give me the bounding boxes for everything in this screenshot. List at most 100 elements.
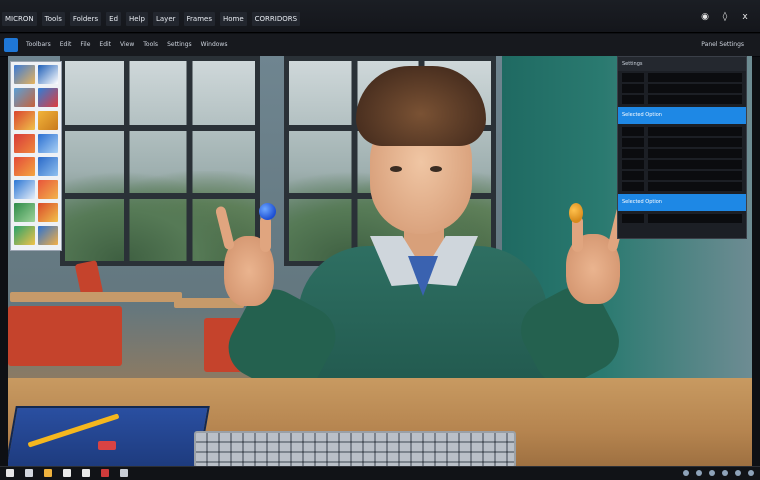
properties-panel: Settings Selected Option Selected Option	[617, 56, 747, 239]
row-label	[622, 138, 644, 147]
thumbnail-15[interactable]	[14, 226, 35, 245]
panel-row[interactable]	[622, 182, 742, 191]
panel-row[interactable]	[622, 160, 742, 169]
hair	[356, 66, 486, 146]
toolbar-item-tools[interactable]: Tools	[143, 39, 158, 51]
row-label	[622, 160, 644, 169]
menu-item-layer[interactable]: Layer	[152, 12, 179, 26]
thumbnail-14[interactable]	[37, 203, 58, 222]
thumbnail-9[interactable]	[14, 157, 35, 176]
minimize-icon[interactable]: ◉	[700, 12, 710, 22]
properties-panel-header: Settings	[618, 57, 746, 71]
maximize-icon[interactable]: ◊	[720, 12, 730, 22]
toolbar-item-windows[interactable]: Windows	[201, 39, 228, 51]
app-icon-grey[interactable]	[120, 469, 128, 477]
network-icon[interactable]	[683, 470, 689, 476]
system-tray	[683, 470, 754, 476]
menu-item-folders[interactable]: Folders	[69, 12, 102, 26]
toolbar-item-settings[interactable]: Settings	[167, 39, 192, 51]
thumbnail-3[interactable]	[14, 88, 35, 107]
app-icon[interactable]	[4, 38, 18, 52]
row-field[interactable]	[648, 160, 742, 169]
thumbnail-6[interactable]	[37, 111, 58, 130]
panel-settings-label[interactable]: Panel Settings	[701, 39, 744, 51]
thumbnail-7[interactable]	[14, 134, 35, 153]
right-eye	[430, 166, 442, 172]
row-field[interactable]	[648, 182, 742, 191]
document-icon[interactable]	[63, 469, 71, 477]
row-label	[622, 149, 644, 158]
row-label	[622, 73, 644, 82]
row-field[interactable]	[648, 95, 742, 104]
left-eye	[390, 166, 402, 172]
thumbnail-panel	[10, 61, 62, 251]
row-field[interactable]	[648, 138, 742, 147]
selected-option-row-2[interactable]: Selected Option	[618, 194, 746, 211]
thumbnail-5[interactable]	[14, 111, 35, 130]
thumbnail-10[interactable]	[37, 157, 58, 176]
clock-icon[interactable]	[735, 470, 741, 476]
panel-row[interactable]	[622, 95, 742, 104]
toolbar: Toolbars Edit File Edit View Tools Setti…	[0, 34, 760, 57]
row-field[interactable]	[648, 84, 742, 93]
volume-icon[interactable]	[696, 470, 702, 476]
thumbnail-13[interactable]	[14, 203, 35, 222]
row-field[interactable]	[648, 214, 742, 223]
left-thumb	[214, 205, 236, 251]
panel-row[interactable]	[622, 73, 742, 82]
app-window: MICRON Tools Folders Ed Help Layer Frame…	[0, 0, 760, 480]
panel-row[interactable]	[622, 138, 742, 147]
keyboard	[194, 431, 516, 468]
menu-bar: MICRON Tools Folders Ed Help Layer Frame…	[0, 12, 301, 26]
menu-item-tools[interactable]: Tools	[41, 12, 65, 26]
notes-icon[interactable]	[82, 469, 90, 477]
folder-icon[interactable]	[44, 469, 52, 477]
menu-item-help[interactable]: Help	[126, 12, 148, 26]
orange-ball	[569, 203, 583, 223]
toolbar-item-toolbars[interactable]: Toolbars	[26, 39, 51, 51]
panel-row[interactable]	[622, 127, 742, 136]
row-field[interactable]	[648, 149, 742, 158]
settings-icon[interactable]	[748, 470, 754, 476]
notification-icon[interactable]	[722, 470, 728, 476]
panel-row[interactable]	[622, 149, 742, 158]
toolbar-item-edit[interactable]: Edit	[60, 39, 72, 51]
thumbnail-12[interactable]	[37, 180, 58, 199]
window-controls: ◉ ◊ x	[700, 12, 750, 22]
title-bar: MICRON Tools Folders Ed Help Layer Frame…	[0, 0, 760, 33]
thumbnail-16[interactable]	[37, 226, 58, 245]
menu-item-frames[interactable]: Frames	[183, 12, 215, 26]
blue-ball	[259, 203, 276, 220]
row-field[interactable]	[648, 171, 742, 180]
panel-row[interactable]	[622, 171, 742, 180]
taskbar	[0, 466, 760, 480]
eraser	[98, 441, 116, 450]
left-index-finger	[260, 216, 271, 252]
thumbnail-4[interactable]	[37, 88, 58, 107]
file-icon[interactable]	[25, 469, 33, 477]
row-field[interactable]	[648, 127, 742, 136]
menu-item-micron[interactable]: MICRON	[2, 12, 37, 26]
selected-option-row[interactable]: Selected Option	[618, 107, 746, 124]
start-icon[interactable]	[6, 469, 14, 477]
row-label	[622, 214, 644, 223]
panel-row[interactable]	[622, 214, 742, 223]
battery-icon[interactable]	[709, 470, 715, 476]
thumbnail-11[interactable]	[14, 180, 35, 199]
close-icon[interactable]: x	[740, 12, 750, 22]
thumbnail-8[interactable]	[37, 134, 58, 153]
toolbar-item-view[interactable]: View	[120, 39, 134, 51]
thumbnail-1[interactable]	[14, 65, 35, 84]
panel-row[interactable]	[622, 84, 742, 93]
row-label	[622, 84, 644, 93]
toolbar-item-file[interactable]: File	[80, 39, 90, 51]
menu-item-home[interactable]: Home	[219, 12, 247, 26]
app-icon-red[interactable]	[101, 469, 109, 477]
menu-item-ed[interactable]: Ed	[106, 12, 122, 26]
row-field[interactable]	[648, 73, 742, 82]
thumbnail-2[interactable]	[37, 65, 58, 84]
toolbar-item-edit-2[interactable]: Edit	[99, 39, 111, 51]
row-label	[622, 171, 644, 180]
row-label	[622, 127, 644, 136]
menu-item-corridors[interactable]: CORRIDORS	[251, 12, 301, 26]
